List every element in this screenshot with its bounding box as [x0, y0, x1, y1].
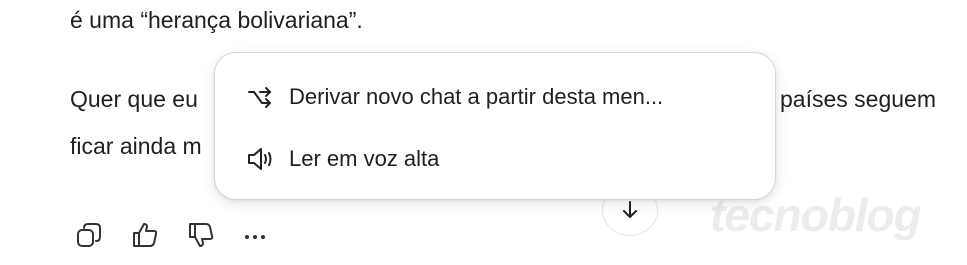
thumbs-up-icon: [133, 223, 158, 247]
speaker-icon: [245, 144, 275, 174]
like-button[interactable]: [128, 217, 162, 253]
menu-item-branch-chat[interactable]: Derivar novo chat a partir desta men...: [215, 69, 775, 125]
message-line: ficar ainda m: [70, 133, 202, 159]
context-menu: Derivar novo chat a partir desta men... …: [214, 52, 776, 200]
menu-item-label: Ler em voz alta: [289, 146, 440, 171]
message-line: é uma “herança bolivariana”.: [70, 7, 363, 33]
more-icon: [245, 235, 265, 239]
message-line: países seguem: [780, 86, 936, 112]
branch-icon: [245, 82, 275, 112]
dislike-button[interactable]: [184, 217, 218, 253]
arrow-down-icon: [623, 201, 637, 218]
message-line: Quer que eu: [70, 86, 198, 112]
menu-item-read-aloud[interactable]: Ler em voz alta: [215, 131, 775, 187]
copy-icon: [77, 223, 101, 247]
menu-item-label: Derivar novo chat a partir desta men...: [289, 84, 664, 109]
copy-button[interactable]: [72, 217, 106, 253]
more-options-button[interactable]: [238, 217, 272, 253]
thumbs-down-icon: [189, 223, 214, 247]
